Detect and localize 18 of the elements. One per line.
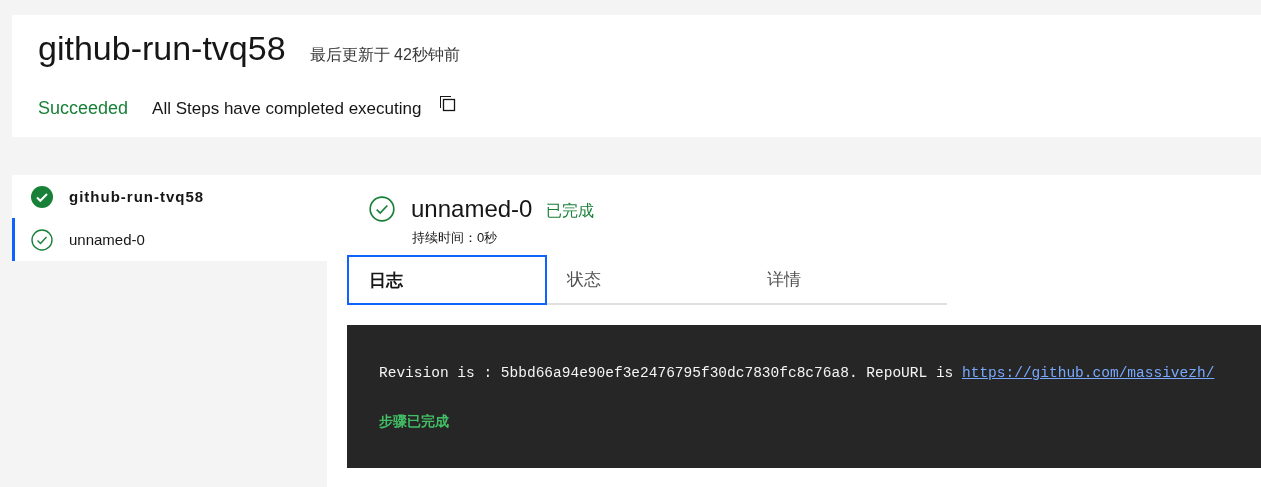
step-complete-message: 步骤已完成	[379, 413, 450, 431]
tab[interactable]: 日志	[347, 255, 547, 305]
run-status: Succeeded	[38, 98, 129, 119]
status-message: All Steps have completed executing	[152, 98, 422, 119]
step-label: unnamed-0	[69, 231, 145, 248]
page-title: github-run-tvq58	[38, 29, 286, 68]
check-circle-icon	[31, 228, 53, 251]
log-line: Revision is : 5bbd66a94e90ef3e2476795f30dc7830fc8c76a8. RepoURL is https://github.com/massivezh/	[379, 365, 1216, 381]
copy-button[interactable]	[437, 93, 458, 114]
step-label: github-run-tvq58	[69, 188, 205, 205]
step-item[interactable]: github-run-tvq58	[12, 175, 327, 218]
repo-link[interactable]: https://github.com/massivezh/	[962, 365, 1215, 381]
step-status: 已完成	[546, 200, 595, 221]
step-title: unnamed-0	[411, 195, 533, 223]
last-updated: 最后更新于 42秒钟前	[309, 45, 460, 65]
duration: 持续时间：0秒	[411, 229, 499, 247]
check-circle-icon	[369, 196, 395, 222]
check-circle-icon	[31, 185, 53, 208]
